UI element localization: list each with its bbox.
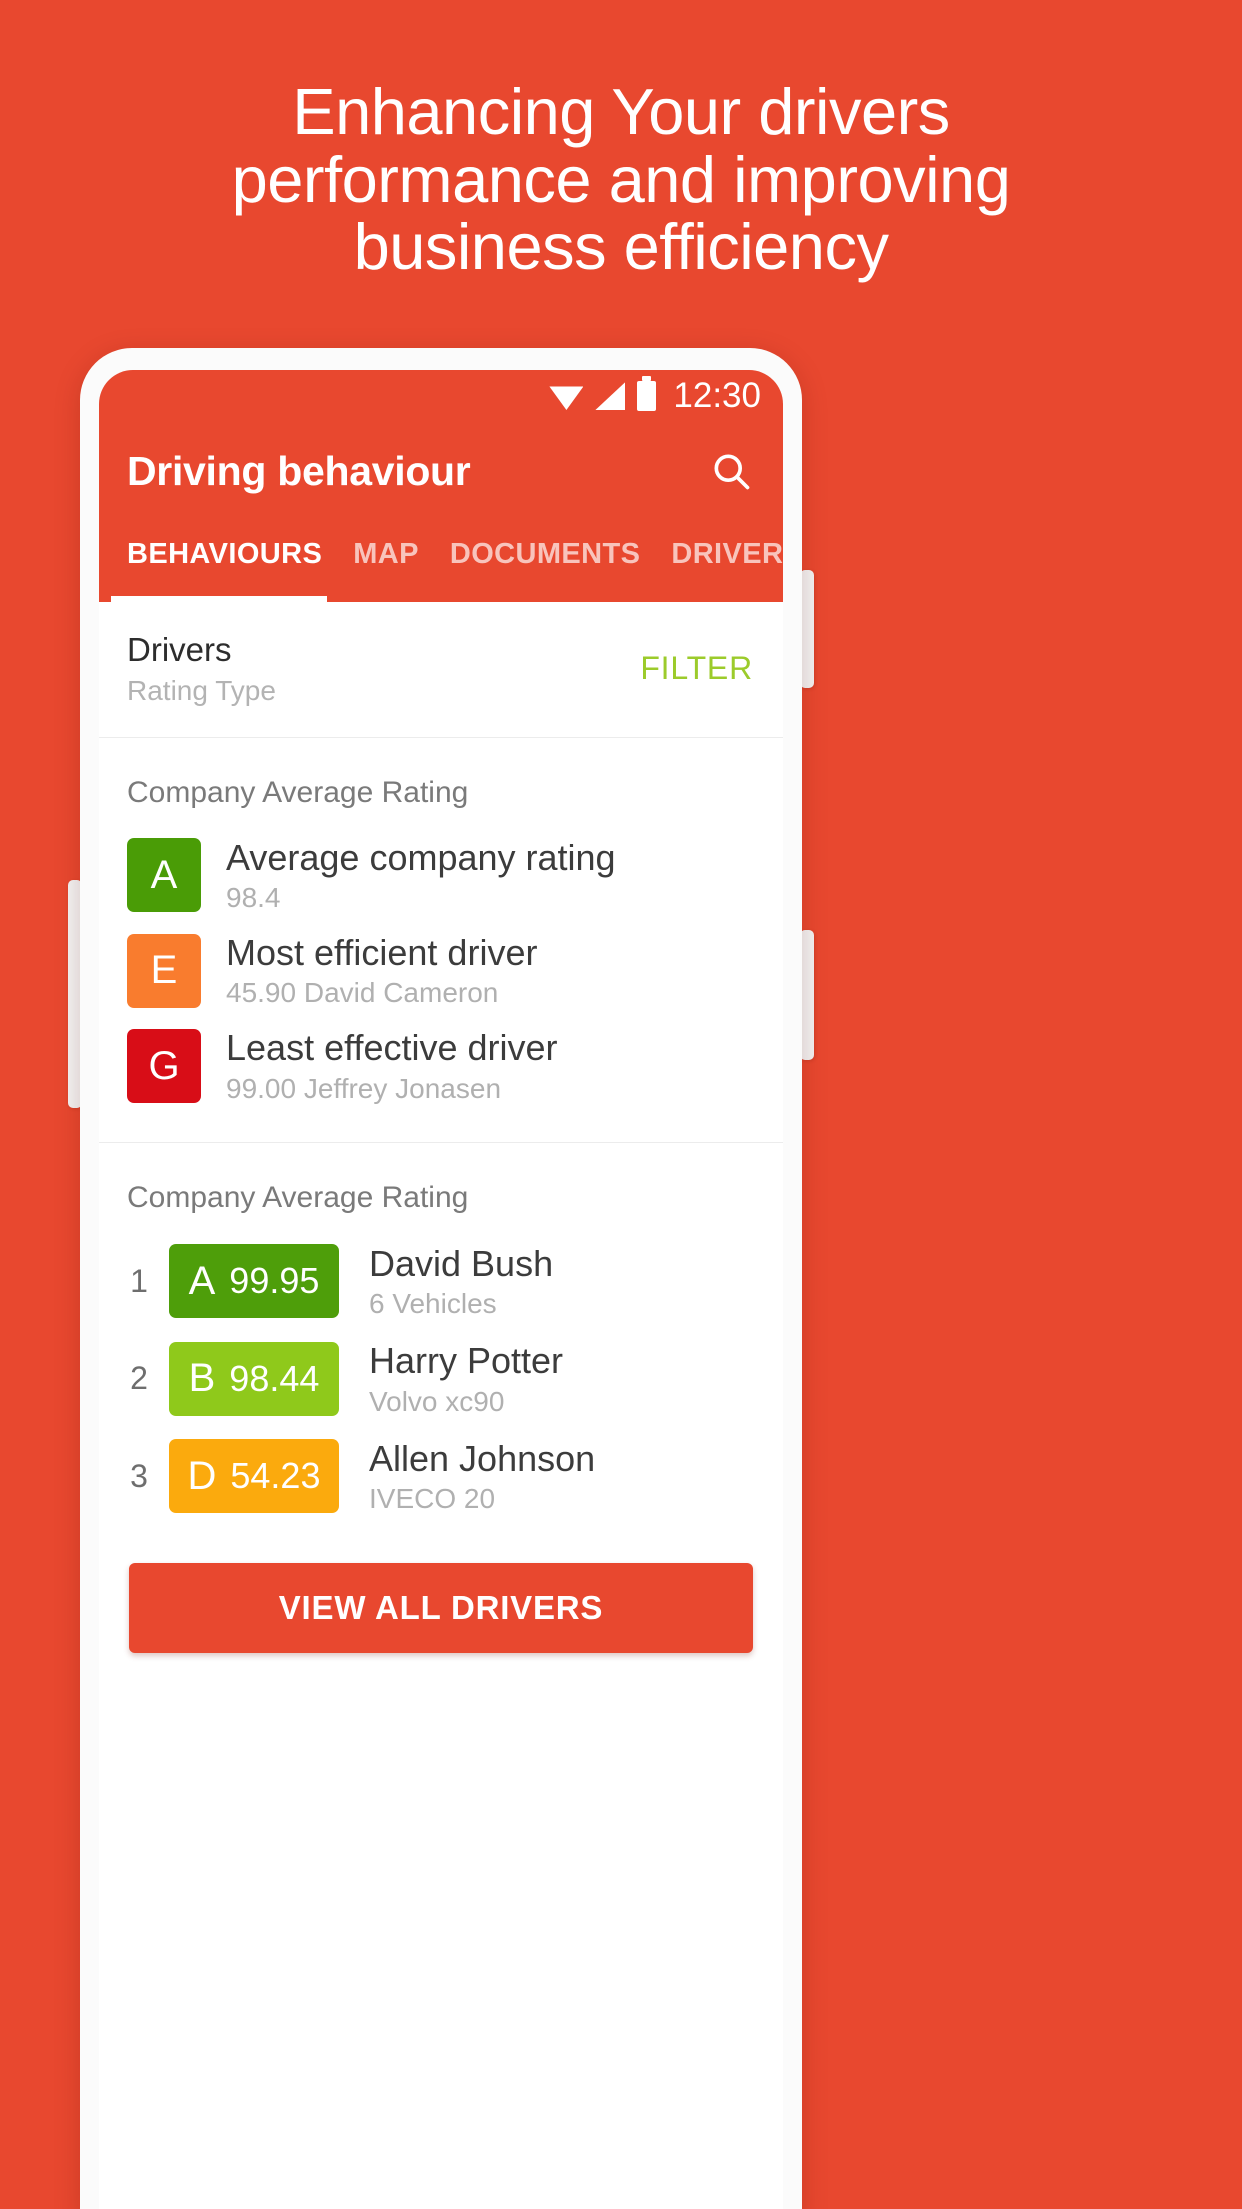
signal-icon — [595, 382, 626, 410]
rank-number: 2 — [130, 1360, 148, 1397]
table-row[interactable]: 3 D 54.23 Allen Johnson IVECO 20 — [99, 1428, 783, 1525]
summary-item-subtitle: 98.4 — [226, 881, 281, 913]
list-item[interactable]: A Average company rating 98.4 — [99, 828, 783, 923]
app-bar: Driving behaviour — [99, 422, 783, 520]
summary-item-text: Least effective driver 99.00 Jeffrey Jon… — [226, 1027, 558, 1104]
summary-item-text: Average company rating 98.4 — [226, 837, 616, 914]
grade-score: 54.23 — [230, 1455, 321, 1497]
summary-section-heading: Company Average Rating — [127, 775, 469, 809]
app-bar-title: Driving behaviour — [127, 447, 471, 494]
list-item[interactable]: E Most efficient driver 45.90 David Came… — [99, 923, 783, 1018]
driver-info: David Bush 6 Vehicles — [369, 1243, 553, 1320]
status-bar-clock: 12:30 — [673, 376, 761, 415]
page-title: Enhancing Your drivers performance and i… — [0, 78, 1242, 281]
grade-badge: A — [127, 838, 201, 913]
headline-line-3: business efficiency — [353, 210, 889, 284]
view-all-drivers-container: VIEW ALL DRIVERS — [99, 1541, 783, 1653]
tab-active-indicator — [111, 596, 327, 602]
grade-badge: E — [127, 933, 201, 1008]
headline-line-1: Enhancing Your drivers — [292, 75, 950, 148]
driver-name: Harry Potter — [369, 1340, 564, 1382]
driver-info: Harry Potter Volvo xc90 — [369, 1340, 563, 1417]
driver-info: Allen Johnson IVECO 20 — [369, 1438, 595, 1515]
grade-letter: A — [188, 1258, 216, 1303]
driver-detail: 6 Vehicles — [369, 1288, 497, 1320]
grade-letter: B — [188, 1356, 216, 1401]
phone-volume-button[interactable] — [800, 570, 814, 688]
tab-behaviours[interactable]: BEHAVIOURS — [127, 520, 322, 571]
driver-detail: IVECO 20 — [369, 1482, 496, 1514]
summary-list: A Average company rating 98.4 E Most eff… — [99, 818, 783, 1142]
table-row[interactable]: 2 B 98.44 Harry Potter Volvo xc90 — [99, 1330, 783, 1427]
grade-badge: G — [127, 1029, 201, 1104]
grade-score-badge: D 54.23 — [169, 1439, 339, 1514]
driver-detail: Volvo xc90 — [369, 1385, 505, 1417]
battery-icon — [637, 376, 657, 411]
tab-bar: BEHAVIOURS MAP DOCUMENTS DRIVERS — [99, 520, 783, 602]
rank-number: 1 — [130, 1262, 148, 1299]
view-all-drivers-button[interactable]: VIEW ALL DRIVERS — [129, 1562, 753, 1653]
phone-power-button[interactable] — [800, 930, 814, 1060]
tab-drivers[interactable]: DRIVERS — [671, 520, 783, 571]
summary-item-title: Most efficient driver — [226, 931, 538, 973]
rating-type-title: Drivers — [127, 631, 232, 668]
table-row[interactable]: 1 A 99.95 David Bush 6 Vehicles — [99, 1233, 783, 1330]
tab-documents[interactable]: DOCUMENTS — [450, 520, 641, 571]
driver-name: David Bush — [369, 1242, 554, 1284]
summary-item-subtitle: 45.90 David Cameron — [226, 977, 499, 1009]
rank-number: 3 — [130, 1457, 148, 1494]
rating-type-subtitle: Rating Type — [127, 674, 276, 706]
grade-letter: D — [187, 1453, 217, 1498]
company-average-summary-card: Company Average Rating A Average company… — [99, 737, 783, 1143]
phone-frame: 12:30 Driving behaviour BEHAVIOURS MAP D… — [80, 348, 802, 2209]
driver-ranking-card: Company Average Rating 1 A 99.95 David B… — [99, 1142, 783, 1653]
summary-item-title: Average company rating — [226, 836, 616, 878]
driver-name: Allen Johnson — [369, 1437, 596, 1479]
summary-item-subtitle: 99.00 Jeffrey Jonasen — [226, 1072, 502, 1104]
grade-score: 99.95 — [229, 1260, 320, 1302]
ranking-section-heading: Company Average Rating — [127, 1180, 469, 1214]
list-item[interactable]: G Least effective driver 99.00 Jeffrey J… — [99, 1018, 783, 1113]
tab-map[interactable]: MAP — [353, 520, 419, 571]
filter-button[interactable]: FILTER — [640, 650, 753, 687]
summary-item-title: Least effective driver — [226, 1027, 558, 1069]
wifi-icon — [549, 386, 584, 410]
phone-screen: 12:30 Driving behaviour BEHAVIOURS MAP D… — [99, 370, 783, 2209]
summary-item-text: Most efficient driver 45.90 David Camero… — [226, 932, 537, 1009]
rating-type-labels: Drivers Rating Type — [127, 630, 276, 707]
status-bar: 12:30 — [99, 370, 783, 422]
headline-line-2: performance and improving — [231, 142, 1011, 216]
grade-score-badge: B 98.44 — [169, 1341, 339, 1416]
grade-score-badge: A 99.95 — [169, 1244, 339, 1319]
rating-type-card: Drivers Rating Type FILTER — [99, 602, 783, 738]
grade-score: 98.44 — [229, 1357, 320, 1399]
search-icon[interactable] — [709, 449, 753, 493]
driver-ranking-list: 1 A 99.95 David Bush 6 Vehicles 2 B 98.4… — [99, 1223, 783, 1541]
rating-type-row: Drivers Rating Type FILTER — [99, 602, 783, 737]
